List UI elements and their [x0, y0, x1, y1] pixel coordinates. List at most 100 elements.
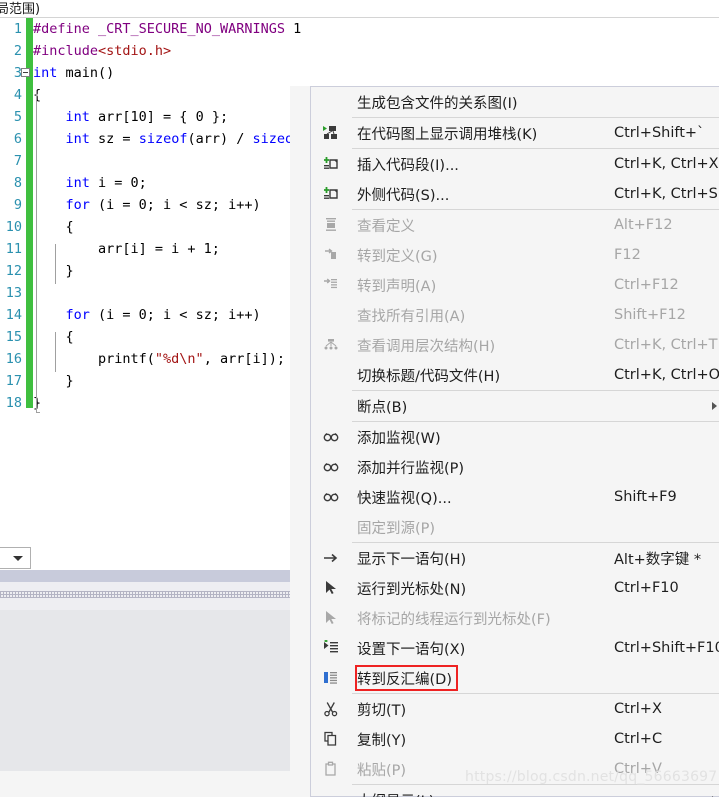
- menu-item: 将标记的线程运行到光标处(F): [311, 603, 719, 633]
- cut-icon: [321, 700, 341, 718]
- menu-item[interactable]: 添加并行监视(P): [311, 452, 719, 482]
- menu-item-shortcut: Alt+数字键 *: [614, 551, 702, 568]
- code-line[interactable]: }: [33, 260, 308, 282]
- scope-guide-outer: [36, 90, 37, 412]
- code-line[interactable]: [33, 282, 308, 304]
- menu-item-label: 粘贴(P): [357, 762, 407, 779]
- no-icon: [321, 791, 341, 797]
- code-token: i = 0;: [89, 175, 147, 191]
- code-token: int: [65, 109, 90, 125]
- menu-item[interactable]: 在代码图上显示调用堆栈(K) Ctrl+Shift+`: [311, 118, 719, 148]
- chevron-down-icon[interactable]: [13, 556, 23, 561]
- code-line[interactable]: #include<stdio.h>: [33, 40, 308, 62]
- panel-top-edge: [0, 543, 308, 547]
- no-icon: [321, 397, 341, 415]
- context-menu[interactable]: 生成包含文件的关系图(I) 在代码图上显示调用堆栈(K) Ctrl+Shift+` 插…: [310, 86, 719, 797]
- code-token: }: [33, 263, 74, 279]
- code-line[interactable]: for (i = 0; i < sz; i++): [33, 194, 308, 216]
- menu-item-label: 外侧代码(S)...: [357, 187, 450, 204]
- menu-item-shortcut: Ctrl+K, Ctrl+O: [614, 367, 719, 383]
- code-line[interactable]: int i = 0;: [33, 172, 308, 194]
- menu-item-label: 切换标题/代码文件(H): [357, 368, 501, 385]
- menu-item[interactable]: 设置下一语句(X) Ctrl+Shift+F10: [311, 633, 719, 663]
- line-number: 8: [13, 175, 22, 191]
- code-token: int: [65, 131, 90, 147]
- menu-item-label: 添加监视(W): [357, 430, 441, 447]
- menu-item-shortcut: Ctrl+K, Ctrl+X: [614, 156, 719, 172]
- code-token: int: [33, 65, 58, 81]
- line-number: 4: [13, 87, 22, 103]
- code-line[interactable]: int sz = sizeof(arr) / sizeof: [33, 128, 308, 150]
- menu-item: 查找所有引用(A) Shift+F12: [311, 300, 719, 330]
- menu-item[interactable]: 转到反汇编(D): [311, 663, 719, 693]
- code-token: "%d\n": [154, 351, 204, 367]
- code-token: for: [65, 197, 90, 213]
- menu-item[interactable]: 运行到光标处(N) Ctrl+F10: [311, 573, 719, 603]
- code-token: main(): [57, 65, 115, 81]
- line-number: 9: [13, 197, 22, 213]
- menu-item-shortcut: Ctrl+F12: [614, 277, 679, 293]
- code-token: arr[10] = { 0 };: [89, 109, 229, 125]
- submenu-arrow-icon[interactable]: [712, 402, 717, 410]
- line-number: 16: [5, 351, 22, 367]
- menu-item[interactable]: 生成包含文件的关系图(I): [311, 87, 719, 117]
- menu-item[interactable]: 剪切(T) Ctrl+X: [311, 694, 719, 724]
- menu-item[interactable]: 大纲显示(L): [311, 785, 719, 797]
- disassembly-icon: [321, 669, 341, 687]
- menu-item-shortcut: Shift+F12: [614, 307, 686, 323]
- menu-item[interactable]: 快速监视(Q)... Shift+F9: [311, 482, 719, 512]
- line-number: 11: [5, 241, 22, 257]
- output-panel[interactable]: [0, 610, 308, 771]
- code-line[interactable]: int main(): [21, 62, 308, 84]
- menu-item-shortcut: Ctrl+Shift+F10: [614, 640, 719, 656]
- menu-item-shortcut: Ctrl+Shift+`: [614, 125, 705, 141]
- code-line[interactable]: {: [33, 326, 308, 348]
- context-menu-items[interactable]: 生成包含文件的关系图(I) 在代码图上显示调用堆栈(K) Ctrl+Shift+` 插…: [311, 87, 719, 797]
- code-token: #define: [33, 21, 99, 37]
- code-text-area[interactable]: #define _CRT_SECURE_NO_WARNINGS 1 #includ…: [21, 18, 308, 543]
- code-token: for: [65, 307, 90, 323]
- code-token: #include: [33, 43, 99, 59]
- code-line[interactable]: #define _CRT_SECURE_NO_WARNINGS 1: [33, 18, 308, 40]
- code-token: (i = 0; i < sz; i++): [89, 307, 261, 323]
- code-line[interactable]: {: [33, 216, 308, 238]
- watch-icon: [321, 458, 341, 476]
- menu-item-label: 设置下一语句(X): [357, 641, 466, 658]
- code-token: printf(: [33, 351, 155, 367]
- scope-label: 局范围): [0, 2, 41, 17]
- watermark: https://blog.csdn.net/qq_56663697: [465, 769, 718, 785]
- panel-subheader: [0, 582, 308, 591]
- goto-definition-icon: [321, 246, 341, 264]
- menu-item[interactable]: 切换标题/代码文件(H) Ctrl+K, Ctrl+O: [311, 360, 719, 390]
- line-number: 7: [13, 153, 22, 169]
- code-editor[interactable]: #define _CRT_SECURE_NO_WARNINGS 1 #includ…: [0, 18, 308, 543]
- code-line[interactable]: }: [33, 392, 308, 414]
- menu-item[interactable]: 添加监视(W): [311, 422, 719, 452]
- menu-item-shortcut: Ctrl+X: [614, 701, 662, 717]
- line-number: 1: [13, 21, 22, 37]
- code-line[interactable]: [33, 150, 308, 172]
- panel-dotted-divider: [0, 591, 308, 598]
- menu-item[interactable]: 断点(B): [311, 391, 719, 421]
- menu-item[interactable]: 显示下一语句(H) Alt+数字键 *: [311, 543, 719, 573]
- menu-item-label: 转到定义(G): [357, 248, 438, 265]
- code-token: arr[i] = i + 1;: [33, 241, 220, 257]
- menu-item-label: 快速监视(Q)...: [357, 490, 452, 507]
- copy-icon: [321, 730, 341, 748]
- menu-item-label: 查看定义: [357, 218, 415, 235]
- filter-combobox[interactable]: [0, 547, 31, 569]
- change-marker-gutter: [26, 18, 33, 543]
- peek-definition-icon: [321, 216, 341, 234]
- code-line[interactable]: {: [33, 84, 308, 106]
- menu-item[interactable]: 外侧代码(S)... Ctrl+K, Ctrl+S: [311, 179, 719, 209]
- menu-item[interactable]: 插入代码段(I)... Ctrl+K, Ctrl+X: [311, 149, 719, 179]
- code-line[interactable]: int arr[10] = { 0 };: [33, 106, 308, 128]
- code-line[interactable]: printf("%d\n", arr[i]);: [33, 348, 308, 370]
- code-line[interactable]: for (i = 0; i < sz; i++): [33, 304, 308, 326]
- code-line[interactable]: }: [33, 370, 308, 392]
- code-line[interactable]: arr[i] = i + 1;: [33, 238, 308, 260]
- menu-item[interactable]: 复制(Y) Ctrl+C: [311, 724, 719, 754]
- code-token: sz =: [89, 131, 139, 147]
